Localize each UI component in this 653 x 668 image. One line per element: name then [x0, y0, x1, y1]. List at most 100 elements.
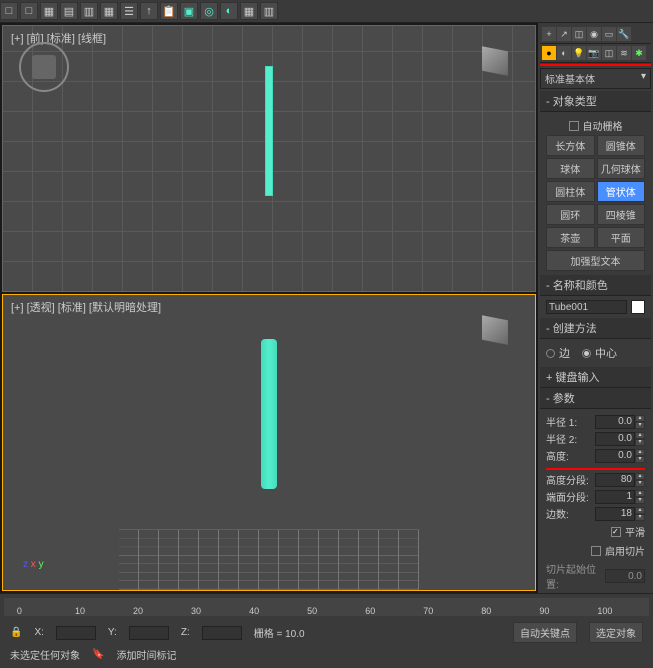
- sliceon-checkbox[interactable]: [591, 546, 601, 556]
- toolbar-btn[interactable]: ▥: [80, 2, 98, 20]
- viewport-area: [+] [前] [标准] [线框] [+] [透视] [标准] [默认明暗处理]…: [0, 23, 538, 593]
- utilities-icon[interactable]: 🔧: [617, 27, 631, 41]
- toolbar-btn[interactable]: □: [20, 2, 38, 20]
- axis-gizmo[interactable]: z x y: [23, 559, 44, 570]
- object-color-swatch[interactable]: [631, 300, 645, 314]
- geometry-cylinder[interactable]: [265, 66, 273, 196]
- ruler-tick: 20: [133, 606, 143, 616]
- toolbar-btn[interactable]: ↑: [140, 2, 158, 20]
- toolbar-btn[interactable]: ▦: [40, 2, 58, 20]
- cameras-icon[interactable]: 📷: [587, 46, 601, 60]
- radio-edge[interactable]: [546, 349, 555, 358]
- primitives-dropdown[interactable]: 标准基本体 ▾: [540, 68, 651, 89]
- plus-icon[interactable]: +: [542, 27, 556, 41]
- coord-y-input[interactable]: [129, 626, 169, 640]
- sides-input[interactable]: [595, 507, 635, 521]
- radio-center-label: 中心: [595, 345, 617, 361]
- spinner-down[interactable]: ▾: [635, 480, 645, 487]
- spinner-up[interactable]: ▴: [635, 490, 645, 497]
- radio-center[interactable]: [582, 349, 591, 358]
- toolbar-btn[interactable]: ▣: [180, 2, 198, 20]
- motion-icon[interactable]: ◉: [587, 27, 601, 41]
- toolbar-btn[interactable]: ▤: [60, 2, 78, 20]
- viewport-front[interactable]: [+] [前] [标准] [线框]: [2, 25, 536, 292]
- helpers-icon[interactable]: ◫: [602, 46, 616, 60]
- toolbar-btn[interactable]: ▦: [100, 2, 118, 20]
- object-name-input[interactable]: [546, 300, 627, 314]
- lock-icon[interactable]: 🔒: [10, 627, 22, 638]
- systems-icon[interactable]: ✱: [632, 46, 646, 60]
- spinner-up[interactable]: ▴: [635, 415, 645, 422]
- smooth-checkbox[interactable]: [611, 527, 621, 537]
- primitive-tube-button[interactable]: 管状体: [597, 181, 646, 202]
- primitive-pyramid-button[interactable]: 四棱锥: [597, 204, 646, 225]
- radius2-input[interactable]: [595, 432, 635, 446]
- ruler-tick: 50: [307, 606, 317, 616]
- auto-key-button[interactable]: 自动关键点: [513, 622, 577, 643]
- radio-edge-label: 边: [559, 345, 570, 361]
- primitive-cylinder-button[interactable]: 圆柱体: [546, 181, 595, 202]
- modify-icon[interactable]: ↗: [557, 27, 571, 41]
- toolbar-btn[interactable]: □: [0, 2, 18, 20]
- time-ruler[interactable]: 0 10 20 30 40 50 60 70 80 90 100: [4, 598, 649, 616]
- view-cube[interactable]: [19, 42, 69, 92]
- viewport-perspective[interactable]: [+] [透视] [标准] [默认明暗处理] z x y: [2, 294, 536, 591]
- primitive-box-button[interactable]: 长方体: [546, 135, 595, 156]
- primitive-cone-button[interactable]: 圆锥体: [597, 135, 646, 156]
- spinner-up[interactable]: ▴: [635, 432, 645, 439]
- primitive-sphere-button[interactable]: 球体: [546, 158, 595, 179]
- ruler-tick: 10: [75, 606, 85, 616]
- autogrid-checkbox[interactable]: [569, 121, 579, 131]
- spinner-down[interactable]: ▾: [635, 456, 645, 463]
- rollout-name-color-header[interactable]: - 名称和颜色: [540, 275, 651, 296]
- spinner-down[interactable]: ▾: [635, 514, 645, 521]
- rollout-creation-header[interactable]: - 创建方法: [540, 318, 651, 339]
- toolbar-btn[interactable]: 📋: [160, 2, 178, 20]
- spinner-down[interactable]: ▾: [635, 422, 645, 429]
- status-bar-2: 未选定任何对象 🔖 添加时间标记: [4, 645, 649, 664]
- rollout-params-body: 半径 1:▴▾ 半径 2:▴▾ 高度:▴▾ 高度分段:▴▾ 端面分段:▴▾ 边数…: [540, 409, 651, 593]
- radius2-label: 半径 2:: [546, 431, 577, 446]
- panel-sub-tabs: ● ◐ 💡 📷 ◫ ≋ ✱: [540, 44, 651, 63]
- sides-label: 边数:: [546, 506, 569, 521]
- rollout-object-type-header[interactable]: - 对象类型: [540, 91, 651, 112]
- geometry-icon[interactable]: ●: [542, 46, 556, 60]
- nav-cube[interactable]: [475, 46, 515, 76]
- toolbar-btn[interactable]: ☰: [120, 2, 138, 20]
- capseg-input[interactable]: [595, 490, 635, 504]
- spinner-up[interactable]: ▴: [635, 473, 645, 480]
- red-underline-marker: [546, 468, 645, 470]
- red-underline-marker: [540, 64, 651, 66]
- spinner-down[interactable]: ▾: [635, 497, 645, 504]
- toolbar-btn[interactable]: ▦: [240, 2, 258, 20]
- rollout-keyboard-header[interactable]: + 键盘输入: [540, 367, 651, 388]
- nav-cube[interactable]: [475, 315, 515, 345]
- select-obj-button[interactable]: 选定对象: [589, 622, 643, 643]
- spinner-up[interactable]: ▴: [635, 507, 645, 514]
- lights-icon[interactable]: 💡: [572, 46, 586, 60]
- display-icon[interactable]: ▭: [602, 27, 616, 41]
- spacewarps-icon[interactable]: ≋: [617, 46, 631, 60]
- toolbar-btn[interactable]: ◎: [200, 2, 218, 20]
- coord-y-label: Y:: [108, 627, 117, 638]
- primitive-teapot-button[interactable]: 茶壶: [546, 227, 595, 248]
- primitive-torus-button[interactable]: 圆环: [546, 204, 595, 225]
- shapes-icon[interactable]: ◐: [557, 46, 571, 60]
- radius1-input[interactable]: [595, 415, 635, 429]
- spinner-up[interactable]: ▴: [635, 449, 645, 456]
- primitive-plane-button[interactable]: 平面: [597, 227, 646, 248]
- primitive-geosphere-button[interactable]: 几何球体: [597, 158, 646, 179]
- coord-z-input[interactable]: [202, 626, 242, 640]
- spinner-down[interactable]: ▾: [635, 439, 645, 446]
- height-input[interactable]: [595, 449, 635, 463]
- coord-x-input[interactable]: [56, 626, 96, 640]
- hierarchy-icon[interactable]: ◫: [572, 27, 586, 41]
- rollout-params-header[interactable]: - 参数: [540, 388, 651, 409]
- toolbar-btn[interactable]: ▥: [260, 2, 278, 20]
- rollout-object-type-body: 自动栅格 长方体 圆锥体 球体 几何球体 圆柱体 管状体 圆环 四棱锥 茶壶 平…: [540, 112, 651, 275]
- heightseg-input[interactable]: [595, 473, 635, 487]
- primitive-textplus-button[interactable]: 加强型文本: [546, 250, 645, 271]
- toolbar-btn[interactable]: ◐: [220, 2, 238, 20]
- add-timetag-label[interactable]: 添加时间标记: [116, 647, 176, 662]
- geometry-cylinder-3d[interactable]: [261, 339, 277, 489]
